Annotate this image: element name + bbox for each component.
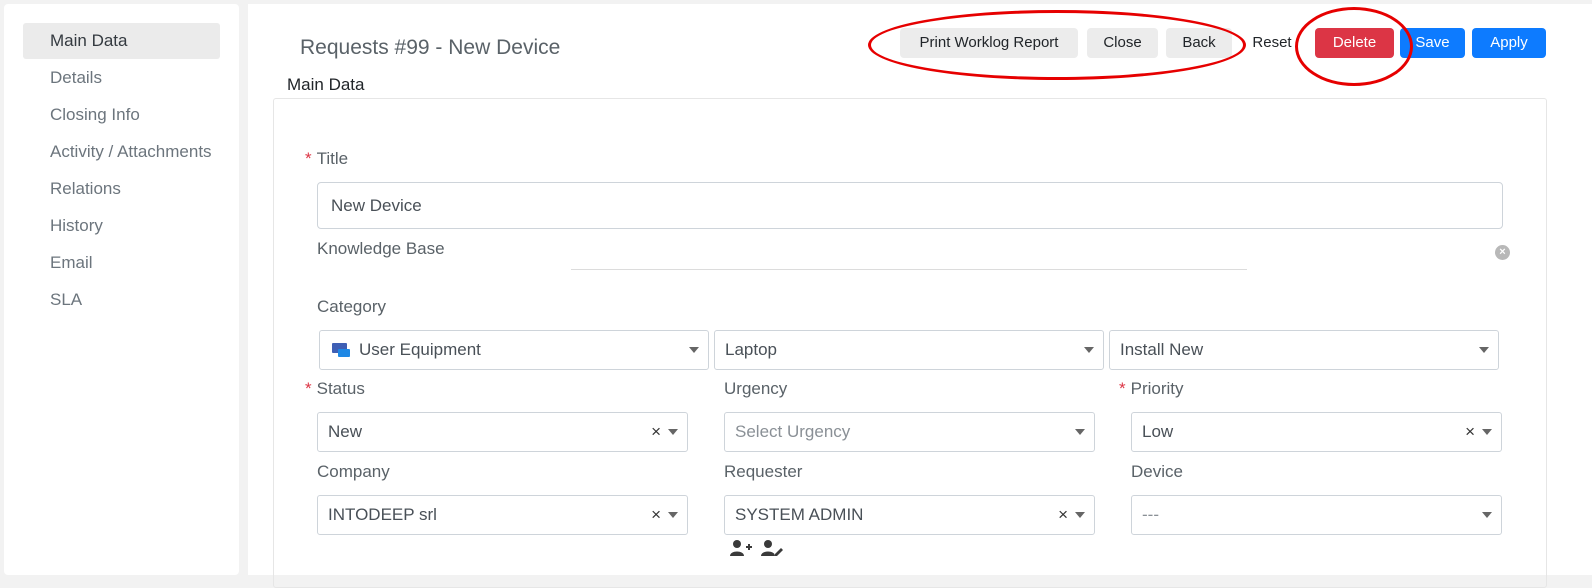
device-label: Device (1131, 462, 1183, 481)
back-button[interactable]: Back (1166, 28, 1232, 58)
priority-select[interactable]: Low × (1131, 412, 1502, 452)
sidebar-item-closing-info[interactable]: Closing Info (23, 97, 220, 133)
urgency-label: Urgency (724, 379, 788, 398)
print-worklog-report-button[interactable]: Print Worklog Report (900, 28, 1078, 58)
add-user-icon[interactable] (730, 539, 752, 562)
status-label: * Status (305, 379, 365, 398)
main-panel: Requests #99 - New Device Main Data Prin… (248, 4, 1592, 588)
section-title: Main Data (287, 75, 365, 94)
clear-icon[interactable]: × (651, 505, 661, 525)
clear-icon[interactable]: × (1058, 505, 1068, 525)
title-input[interactable]: New Device (317, 182, 1503, 229)
chevron-down-icon (689, 347, 699, 353)
sidebar-item-sla[interactable]: SLA (23, 282, 220, 318)
sidebar-item-history[interactable]: History (23, 208, 220, 244)
knowledge-base-label: Knowledge Base (317, 239, 445, 258)
required-mark: * (305, 149, 312, 168)
clear-icon[interactable]: × (1465, 422, 1475, 442)
requester-select[interactable]: SYSTEM ADMIN × (724, 495, 1095, 535)
sidebar-item-details[interactable]: Details (23, 60, 220, 96)
edit-user-icon[interactable] (761, 539, 783, 562)
monitor-icon (332, 343, 350, 357)
reset-button[interactable]: Reset (1243, 28, 1301, 58)
chevron-down-icon (1482, 429, 1492, 435)
chevron-down-icon (1482, 512, 1492, 518)
save-button[interactable]: Save (1400, 28, 1465, 58)
status-select[interactable]: New × (317, 412, 688, 452)
sidebar-nav: Main Data Details Closing Info Activity … (4, 4, 239, 575)
required-mark: * (305, 379, 312, 398)
chevron-down-icon (1075, 429, 1085, 435)
requester-label: Requester (724, 462, 803, 481)
category-level2-select[interactable]: Laptop (714, 330, 1104, 370)
page-title: Requests #99 - New Device (300, 36, 561, 59)
priority-label: * Priority (1119, 379, 1184, 398)
sidebar-item-email[interactable]: Email (23, 245, 220, 281)
sidebar-item-activity-attachments[interactable]: Activity / Attachments (23, 134, 220, 170)
chevron-down-icon (668, 512, 678, 518)
category-level3-select[interactable]: Install New (1109, 330, 1499, 370)
chevron-down-icon (1075, 512, 1085, 518)
category-level1-select[interactable]: User Equipment (319, 330, 709, 370)
close-button[interactable]: Close (1087, 28, 1158, 58)
urgency-select[interactable]: Select Urgency (724, 412, 1095, 452)
title-label: * Title (305, 149, 349, 168)
knowledge-base-clear-icon[interactable]: × (1495, 245, 1510, 260)
sidebar-item-relations[interactable]: Relations (23, 171, 220, 207)
chevron-down-icon (1084, 347, 1094, 353)
company-select[interactable]: INTODEEP srl × (317, 495, 688, 535)
device-select[interactable]: --- (1131, 495, 1502, 535)
category-label: Category (317, 297, 386, 316)
main-data-form: * Title New Device Knowledge Base × Categ… (273, 98, 1547, 588)
delete-button[interactable]: Delete (1315, 28, 1394, 58)
sidebar-item-main-data[interactable]: Main Data (23, 23, 220, 59)
chevron-down-icon (668, 429, 678, 435)
chevron-down-icon (1479, 347, 1489, 353)
company-label: Company (317, 462, 390, 481)
required-mark: * (1119, 379, 1126, 398)
clear-icon[interactable]: × (651, 422, 661, 442)
knowledge-base-field[interactable] (571, 269, 1247, 270)
apply-button[interactable]: Apply (1472, 28, 1546, 58)
